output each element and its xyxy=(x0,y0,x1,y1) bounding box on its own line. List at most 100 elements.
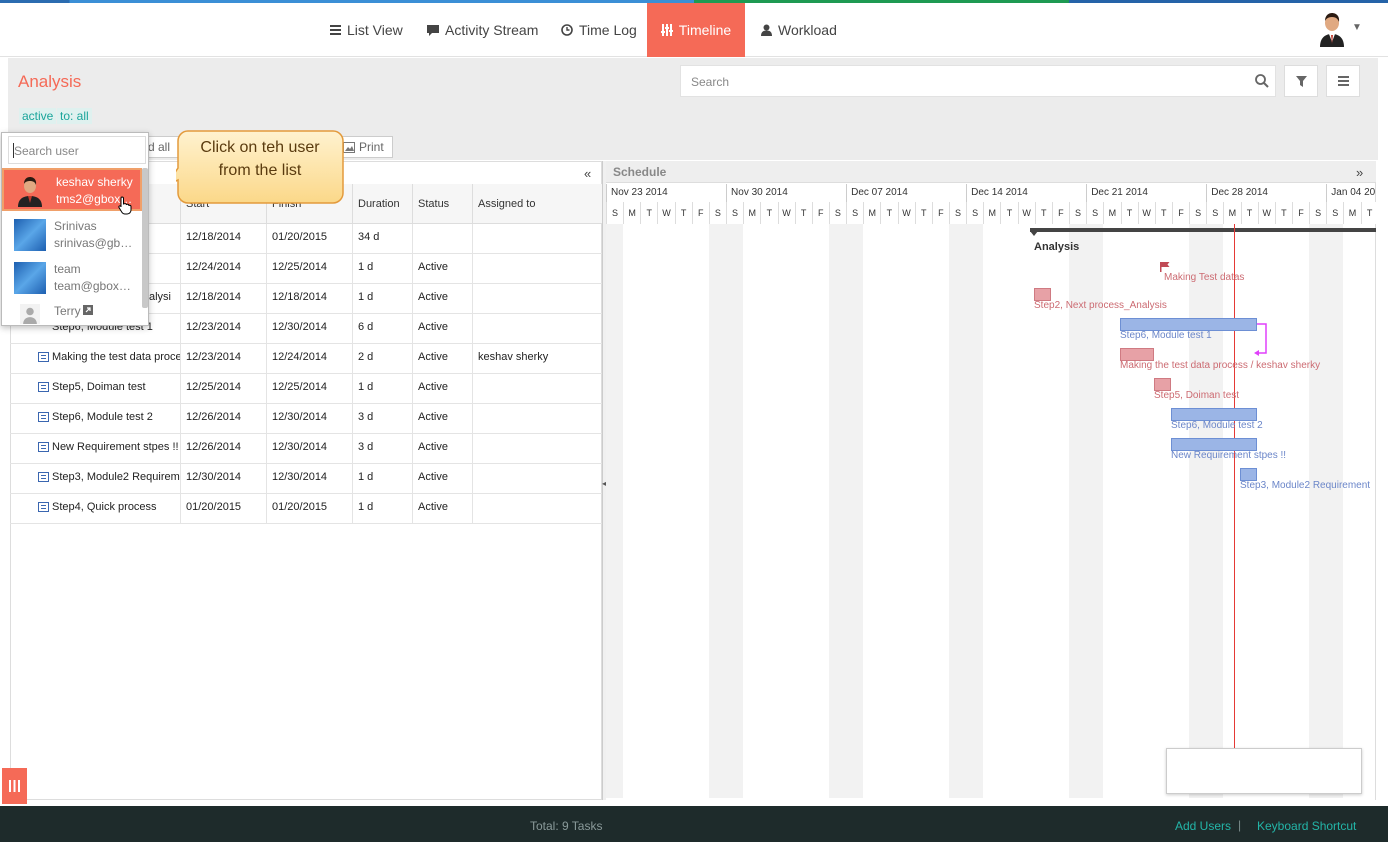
table-row[interactable]: Step6, Module test 2 12/26/2014 12/30/2014… xyxy=(10,404,602,434)
day-label: T xyxy=(1154,202,1172,224)
table-cell: 1 d xyxy=(352,374,412,404)
cell-status: Active xyxy=(418,291,448,303)
gantt-bar-label: Step5, Doiman test xyxy=(1154,390,1240,401)
cell-start: 12/30/2014 xyxy=(186,471,242,483)
search-box[interactable]: Search xyxy=(680,65,1276,97)
day-label: S xyxy=(1086,202,1104,224)
day-label: S xyxy=(1189,202,1207,224)
cell-start: 12/23/2014 xyxy=(186,321,242,333)
table-cell: Active xyxy=(412,284,472,314)
day-label: T xyxy=(1034,202,1052,224)
table-row[interactable]: Making the test data process 12/23/2014 12… xyxy=(10,344,602,374)
day-label: W xyxy=(1137,202,1155,224)
column-header-duration[interactable]: Duration xyxy=(352,184,412,224)
cell-status: Active xyxy=(418,441,448,453)
milestone-flag-icon[interactable] xyxy=(1160,262,1170,272)
user-option-team[interactable]: team team@gboxz.com xyxy=(2,256,142,299)
table-cell xyxy=(472,374,602,404)
cell-duration: 1 d xyxy=(358,261,374,273)
table-cell: Active xyxy=(412,434,472,464)
nav-list-view[interactable]: List View xyxy=(318,3,415,57)
table-row[interactable]: New Requirement stpes !! 12/26/2014 12/30/… xyxy=(10,434,602,464)
table-cell: 12/18/2014 xyxy=(180,284,266,314)
user-email: team@gboxz.com xyxy=(54,279,136,293)
table-row[interactable]: Step4, Quick process 01/20/2015 01/20/2015… xyxy=(10,494,602,524)
nav-label: Timeline xyxy=(678,22,732,38)
task-icon xyxy=(38,412,49,422)
filter-button[interactable] xyxy=(1284,65,1318,97)
chevron-down-icon[interactable]: ▼ xyxy=(1352,22,1362,33)
summary-start-marker-icon xyxy=(1030,231,1038,236)
gantt-bar-label: Step6, Module test 2 xyxy=(1171,420,1263,431)
week-label: Dec 28 2014 xyxy=(1206,184,1326,202)
day-label: S xyxy=(708,202,726,224)
day-label: T xyxy=(1120,202,1138,224)
add-users-link[interactable]: Add Users xyxy=(1175,819,1231,833)
nav-activity-stream[interactable]: Activity Stream xyxy=(415,3,550,57)
day-label: T xyxy=(880,202,898,224)
user-search-input[interactable]: Search user xyxy=(8,136,146,164)
cell-finish: 12/24/2014 xyxy=(272,351,328,363)
day-label: M xyxy=(863,202,881,224)
table-row[interactable]: Step3, Module2 Requirement 12/30/2014 12/3… xyxy=(10,464,602,494)
filter-tag-to-all[interactable]: to: all xyxy=(57,108,92,124)
filter-tag-active[interactable]: active xyxy=(19,108,57,124)
table-cell: 01/20/2015 xyxy=(180,494,266,524)
summary-bar[interactable] xyxy=(1030,228,1376,236)
day-label: F xyxy=(691,202,709,224)
task-icon xyxy=(38,472,49,482)
schedule-header xyxy=(606,161,1376,183)
nav-time-log[interactable]: Time Log xyxy=(549,3,649,57)
user-avatar-icon[interactable] xyxy=(1316,11,1348,47)
nav-workload[interactable]: Workload xyxy=(749,3,849,57)
user-list-scrollbar[interactable] xyxy=(142,168,148,308)
nav-timeline[interactable]: Timeline xyxy=(647,3,745,57)
cell-finish: 12/30/2014 xyxy=(272,471,328,483)
cell-finish: 12/18/2014 xyxy=(272,291,328,303)
cell-finish: 01/20/2015 xyxy=(272,231,328,243)
list-icon xyxy=(330,25,341,35)
table-cell: 3 d xyxy=(352,404,412,434)
comment-icon xyxy=(427,24,439,36)
weekend-band xyxy=(708,224,726,798)
day-label: F xyxy=(1292,202,1309,224)
cell-duration: 34 d xyxy=(358,231,380,243)
cell-finish: 12/30/2014 xyxy=(272,321,328,333)
task-icon xyxy=(38,382,49,392)
cell-finish: 12/25/2014 xyxy=(272,381,328,393)
expand-right-icon[interactable]: » xyxy=(1356,165,1363,180)
user-option-terry[interactable]: Terry xyxy=(2,299,142,324)
day-label: W xyxy=(897,202,915,224)
weekend-band xyxy=(966,224,984,798)
table-row[interactable]: Step5, Doiman test 12/25/2014 12/25/2014 1 … xyxy=(10,374,602,404)
column-header-assigned-to[interactable]: Assigned to xyxy=(472,184,602,224)
column-header-status[interactable]: Status xyxy=(412,184,472,224)
day-label: W xyxy=(657,202,675,224)
print-label: Print xyxy=(359,140,384,154)
day-label: W xyxy=(777,202,795,224)
cell-start: 12/26/2014 xyxy=(186,411,242,423)
day-label: M xyxy=(983,202,1001,224)
cell-start: 12/24/2014 xyxy=(186,261,242,273)
day-label: T xyxy=(1360,202,1378,224)
side-menu-handle[interactable] xyxy=(2,768,27,804)
cell-duration: 6 d xyxy=(358,321,374,333)
user-option-srinivas[interactable]: Srinivas srinivas@gboxz.com xyxy=(2,213,142,256)
day-label: T xyxy=(1274,202,1292,224)
collapse-left-icon[interactable]: « xyxy=(584,166,591,181)
table-cell: 12/25/2014 xyxy=(266,374,352,404)
search-icon[interactable] xyxy=(1255,74,1269,88)
table-cell xyxy=(472,314,602,344)
cell-finish: 12/30/2014 xyxy=(272,441,328,453)
hand-cursor-icon xyxy=(118,196,132,215)
day-label: S xyxy=(1309,202,1327,224)
table-cell: 12/30/2014 xyxy=(266,404,352,434)
avatar xyxy=(14,219,46,251)
table-cell: 12/18/2014 xyxy=(180,224,266,254)
table-cell: Step4, Quick process xyxy=(10,494,180,524)
table-cell: Active xyxy=(412,404,472,434)
hamburger-icon xyxy=(1338,76,1349,86)
keyboard-shortcut-link[interactable]: Keyboard Shortcut xyxy=(1257,819,1356,833)
clock-icon xyxy=(561,24,573,36)
menu-button[interactable] xyxy=(1326,65,1360,97)
